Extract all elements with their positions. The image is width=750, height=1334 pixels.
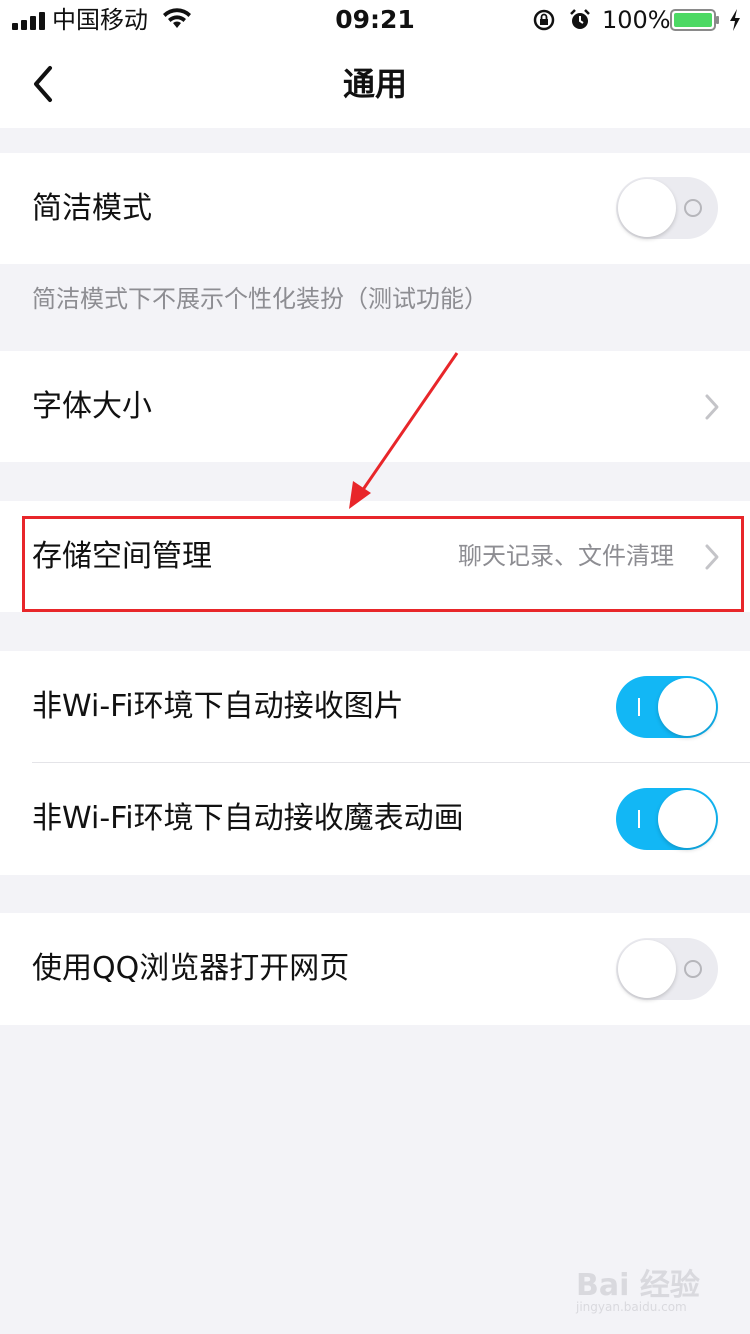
toggle-off-mark — [684, 199, 702, 217]
auto-receive-images-row[interactable]: 非Wi-Fi环境下自动接收图片 — [0, 651, 750, 763]
toggle-knob — [618, 179, 676, 237]
simple-mode-note: 简洁模式下不展示个性化装扮（测试功能） — [32, 285, 488, 313]
auto-receive-emoticons-row[interactable]: 非Wi-Fi环境下自动接收魔表动画 — [0, 763, 750, 875]
qq-browser-toggle[interactable] — [616, 938, 718, 1000]
toggle-on-mark — [638, 698, 640, 716]
chevron-left-icon[interactable] — [24, 60, 64, 108]
charging-bolt-icon — [730, 9, 740, 31]
rotation-lock-icon — [533, 9, 555, 31]
baidu-jingyan-watermark: Bai 经验 jingyan.baidu.com — [562, 1250, 712, 1320]
simple-mode-row[interactable]: 简洁模式 — [0, 153, 750, 264]
battery-icon — [670, 9, 719, 31]
battery-percentage: 100% — [602, 6, 671, 34]
status-bar: 中国移动 09:21 100% — [0, 0, 750, 40]
chevron-right-icon — [705, 394, 719, 420]
page-title: 通用 — [342, 65, 407, 103]
auto-receive-images-toggle[interactable] — [616, 676, 718, 738]
auto-receive-emoticons-label: 非Wi-Fi环境下自动接收魔表动画 — [32, 801, 464, 836]
auto-receive-images-label: 非Wi-Fi环境下自动接收图片 — [32, 689, 404, 724]
row-divider — [32, 762, 750, 763]
watermark-brand: Bai 经验 — [576, 1268, 700, 1303]
toggle-off-mark — [684, 960, 702, 978]
auto-receive-emoticons-toggle[interactable] — [616, 788, 718, 850]
toggle-knob — [618, 940, 676, 998]
alarm-icon — [570, 9, 590, 29]
simple-mode-toggle[interactable] — [616, 177, 718, 239]
toggle-on-mark — [638, 810, 640, 828]
qq-browser-label: 使用QQ浏览器打开网页 — [32, 951, 350, 986]
watermark-url: jingyan.baidu.com — [576, 1300, 687, 1314]
toggle-knob — [658, 678, 716, 736]
annotation-highlight-box — [22, 516, 744, 612]
font-size-label: 字体大小 — [32, 389, 152, 424]
navigation-bar: 通用 — [0, 40, 750, 128]
toggle-knob — [658, 790, 716, 848]
qq-browser-row[interactable]: 使用QQ浏览器打开网页 — [0, 913, 750, 1025]
simple-mode-label: 简洁模式 — [32, 191, 152, 226]
font-size-row[interactable]: 字体大小 — [0, 351, 750, 462]
